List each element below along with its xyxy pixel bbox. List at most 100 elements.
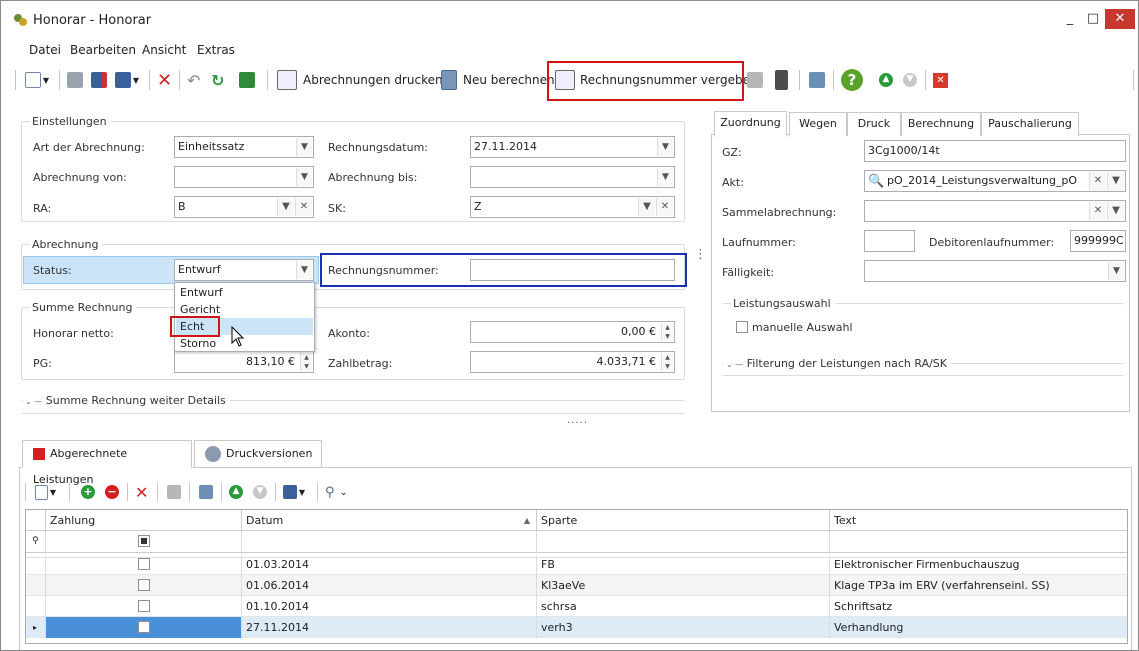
grid-new-button[interactable]: ▼ — [35, 483, 58, 501]
exit-button[interactable]: ✕ — [933, 68, 948, 92]
chevron-down-icon[interactable]: ▼ — [1108, 262, 1124, 280]
manuelle-auswahl-checkbox[interactable] — [736, 321, 748, 333]
sk-select[interactable]: Z ▼ ✕ — [470, 196, 675, 218]
sammelabrechnung-select[interactable]: ✕ ▼ — [864, 200, 1126, 222]
tab-zuordnung[interactable]: Zuordnung — [714, 111, 787, 137]
zahlbetrag-input[interactable]: 4.033,71 € ▲ ▼ — [470, 351, 675, 373]
zahlung-checkbox[interactable] — [138, 600, 150, 612]
table-row[interactable]: 01.03.2014 FB Elektronischer Firmenbucha… — [26, 554, 1127, 575]
rechnungsnummer-input[interactable] — [470, 259, 675, 281]
clear-x-icon[interactable]: ✕ — [656, 198, 673, 216]
laufnummer-input[interactable] — [864, 230, 915, 252]
zahlung-cell[interactable] — [46, 617, 242, 638]
column-header-text[interactable]: Text — [830, 510, 1127, 531]
chevron-down-icon[interactable]: ▼ — [296, 168, 312, 186]
help-button[interactable]: ? — [841, 68, 863, 92]
details-toggle[interactable]: ⌄ — Summe Rechnung weiter Details — [23, 394, 230, 407]
delete-button[interactable]: ✕ — [157, 68, 172, 92]
menu-datei[interactable]: Datei — [29, 43, 61, 57]
chevron-down-icon[interactable]: ▼ — [657, 168, 673, 186]
zahlung-cell[interactable] — [46, 575, 242, 596]
filter-toggle[interactable]: ⌄ — Filterung der Leistungen nach RA/SK — [724, 357, 952, 370]
save-close-button[interactable] — [91, 68, 107, 92]
grid-save-button[interactable]: ▼ — [283, 483, 307, 501]
table-row[interactable]: 01.06.2014 Kl3aeVe Klage TP3a im ERV (ve… — [26, 575, 1127, 596]
art-select[interactable]: Einheitssatz ▼ — [174, 136, 314, 158]
chevron-down-icon[interactable]: ▼ — [296, 138, 312, 156]
clear-x-icon[interactable]: ✕ — [295, 198, 312, 216]
chevron-down-icon[interactable]: ▼ — [1107, 172, 1124, 190]
undo-button[interactable]: ↶ — [187, 68, 200, 92]
chevron-down-icon[interactable]: ▼ — [657, 138, 673, 156]
debitorenlaufnummer-input[interactable]: 999999C — [1070, 230, 1126, 252]
move-down-button[interactable]: ▼ — [903, 68, 917, 92]
network-button[interactable] — [809, 68, 825, 92]
filter-text-cell[interactable] — [830, 531, 1127, 552]
menu-bearbeiten[interactable]: Bearbeiten — [70, 43, 136, 57]
save-button[interactable] — [67, 68, 83, 92]
close-window-button[interactable]: ✕ — [1105, 9, 1135, 29]
document-button[interactable] — [747, 68, 763, 92]
new-button[interactable]: ▼ — [25, 68, 51, 92]
clear-x-icon[interactable]: ✕ — [1089, 202, 1106, 220]
spinner-icon[interactable]: ▲ ▼ — [300, 353, 312, 371]
grid-move-down-button[interactable]: ▼ — [253, 483, 267, 501]
tab-berechnung[interactable]: Berechnung — [901, 112, 981, 136]
menu-ansicht[interactable]: Ansicht — [142, 43, 186, 57]
clear-x-icon[interactable]: ✕ — [1089, 172, 1106, 190]
grid-add-button[interactable]: + — [81, 483, 95, 501]
tab-wegen[interactable]: Wegen — [789, 112, 847, 136]
grid-remove-button[interactable]: − — [105, 483, 119, 501]
filter-sparte-cell[interactable] — [537, 531, 830, 552]
splitter-handle-horizontal[interactable]: ····· — [567, 418, 588, 429]
binder-button[interactable] — [775, 68, 788, 92]
chevron-down-icon[interactable]: ▼ — [1107, 202, 1124, 220]
zahlung-checkbox[interactable] — [138, 579, 150, 591]
grid-network-button[interactable] — [199, 483, 213, 501]
tab-druck[interactable]: Druck — [847, 112, 901, 136]
grid-filter-button[interactable]: ⚲ ⌄ — [325, 483, 349, 501]
abrechnung-bis-input[interactable]: ▼ — [470, 166, 675, 188]
chevron-down-icon[interactable]: ▼ — [296, 261, 312, 279]
chevron-down-icon[interactable]: ▼ — [638, 198, 655, 216]
save-options-button[interactable]: ▼ — [115, 68, 141, 92]
excel-button[interactable] — [239, 68, 255, 92]
status-option-entwurf[interactable]: Entwurf — [176, 284, 313, 301]
column-header-datum[interactable]: Datum ▲ — [242, 510, 537, 531]
grid-delete-button[interactable]: ✕ — [135, 483, 148, 502]
table-row-selected[interactable]: ▸ 27.11.2014 verh3 Verhandlung — [26, 617, 1127, 638]
filter-zahlung-checkbox[interactable] — [138, 535, 150, 547]
pg-input[interactable]: 813,10 € ▲ ▼ — [174, 351, 314, 373]
tab-druckversionen[interactable]: Druckversionen — [194, 440, 322, 467]
splitter-handle-vertical[interactable]: ⋮ — [694, 248, 707, 261]
akonto-input[interactable]: 0,00 € ▲ ▼ — [470, 321, 675, 343]
spinner-icon[interactable]: ▲ ▼ — [661, 353, 673, 371]
tab-pauschalierung[interactable]: Pauschalierung — [981, 112, 1079, 136]
spinner-icon[interactable]: ▲ ▼ — [661, 323, 673, 341]
status-select[interactable]: Entwurf ▼ — [174, 259, 314, 281]
refresh-button[interactable]: ↻ — [211, 68, 224, 92]
column-header-sparte[interactable]: Sparte — [537, 510, 830, 531]
akt-select[interactable]: 🔍 pO_2014_Leistungsverwaltung_pO ✕ ▼ — [864, 170, 1126, 192]
zahlung-cell[interactable] — [46, 596, 242, 617]
filter-datum-cell[interactable] — [242, 531, 537, 552]
abrechnung-von-input[interactable]: ▼ — [174, 166, 314, 188]
table-row[interactable]: 01.10.2014 schrsa Schriftsatz — [26, 596, 1127, 617]
zahlung-checkbox[interactable] — [138, 621, 150, 633]
print-invoices-button[interactable]: Abrechnungen drucken — [277, 68, 443, 92]
grid-document-button[interactable] — [167, 483, 181, 501]
menu-extras[interactable]: Extras — [197, 43, 235, 57]
move-up-button[interactable]: ▲ — [879, 68, 893, 92]
chevron-down-icon[interactable]: ▼ — [277, 198, 294, 216]
zahlung-cell[interactable] — [46, 554, 242, 575]
gz-input[interactable]: 3Cg1000/14t — [864, 140, 1126, 162]
tab-abgerechnete-leistungen[interactable]: Abgerechnete Leistungen — [22, 440, 192, 486]
faelligkeit-select[interactable]: ▼ — [864, 260, 1126, 282]
grid-move-up-button[interactable]: ▲ — [229, 483, 243, 501]
recalculate-button[interactable]: Neu berechnen — [441, 68, 555, 92]
minimize-button[interactable]: _ — [1059, 9, 1081, 29]
column-header-zahlung[interactable]: Zahlung — [46, 510, 242, 531]
rechnungsdatum-input[interactable]: 27.11.2014 ▼ — [470, 136, 675, 158]
ra-select[interactable]: B ▼ ✕ — [174, 196, 314, 218]
filter-zahlung-cell[interactable] — [46, 531, 242, 552]
